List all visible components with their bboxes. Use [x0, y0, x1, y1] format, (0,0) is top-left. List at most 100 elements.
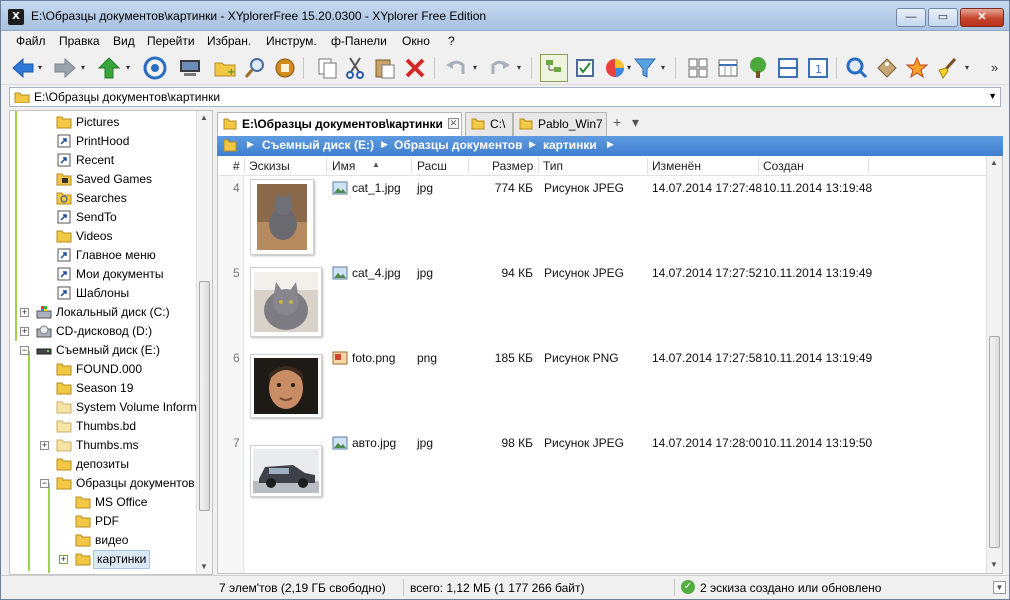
scroll-up-icon[interactable]: ▲	[990, 158, 998, 167]
file-name[interactable]: cat_4.jpg	[352, 266, 401, 280]
toolbar-overflow-button[interactable]: »	[991, 60, 998, 75]
target-icon[interactable]	[141, 54, 169, 82]
new-tab-button[interactable]: +	[613, 114, 621, 130]
broom-icon[interactable]	[933, 54, 961, 82]
tab-current-folder[interactable]: E:\Образцы документов\картинки ✕	[217, 112, 462, 137]
file-name[interactable]: cat_1.jpg	[352, 181, 401, 195]
pie-chart-icon[interactable]	[601, 54, 629, 82]
tree-expand-toggle[interactable]: +	[20, 308, 29, 317]
redo-dropdown-icon[interactable]: ▾	[517, 63, 521, 72]
column-divider[interactable]	[411, 158, 412, 174]
tree-collapse-toggle[interactable]: −	[40, 479, 49, 488]
address-dropdown-icon[interactable]: ▼	[988, 91, 997, 101]
file-row[interactable]: 5 cat_4.jpg jpg 94 КБ Рисунок JPEG 14.07…	[218, 261, 988, 346]
column-header-extension[interactable]: Расш	[417, 159, 447, 173]
tab-close-icon[interactable]: ✕	[448, 118, 459, 129]
menu-view[interactable]: Вид	[113, 34, 135, 48]
column-header-name[interactable]: Имя	[332, 159, 355, 173]
undo-dropdown-icon[interactable]: ▾	[473, 63, 477, 72]
broom-dropdown-icon[interactable]: ▾	[965, 63, 969, 72]
menu-panels[interactable]: ф-Панели	[331, 34, 387, 48]
thumbnail-foto[interactable]	[250, 354, 322, 418]
menu-help[interactable]: ?	[448, 34, 455, 48]
tree-scroll-thumb[interactable]	[199, 281, 210, 511]
status-menu-icon[interactable]: ▼	[993, 581, 1006, 594]
column-divider[interactable]	[326, 158, 327, 174]
layout-icon[interactable]	[684, 54, 712, 82]
scroll-down-icon[interactable]: ▼	[990, 560, 998, 569]
filter-dropdown-icon[interactable]: ▾	[661, 63, 665, 72]
maximize-button[interactable]: ▭	[928, 8, 958, 27]
breadcrumb-item[interactable]: Образцы документов	[394, 138, 523, 152]
tree-scrollbar[interactable]: ▲ ▼	[196, 111, 212, 574]
menu-window[interactable]: Окно	[402, 34, 430, 48]
coin-icon[interactable]	[271, 54, 299, 82]
monitor-icon[interactable]	[177, 54, 205, 82]
scroll-up-icon[interactable]: ▲	[200, 113, 208, 122]
star-icon[interactable]	[903, 54, 931, 82]
filter-icon[interactable]	[631, 54, 659, 82]
menu-favorites[interactable]: Избран.	[207, 34, 251, 48]
address-bar[interactable]: E:\Образцы документов\картинки ▼	[9, 87, 1001, 107]
column-divider[interactable]	[538, 158, 539, 174]
column-header-num[interactable]: #	[233, 159, 240, 173]
file-row[interactable]: 7 авто.jpg jpg 98 КБ Рисунок JPEG 14.07.…	[218, 431, 988, 516]
menu-go[interactable]: Перейти	[147, 34, 195, 48]
address-input[interactable]: E:\Образцы документов\картинки	[34, 90, 220, 104]
tree-expand-toggle[interactable]: +	[59, 555, 68, 564]
back-arrow-icon[interactable]	[9, 54, 37, 82]
tag-icon[interactable]	[873, 54, 901, 82]
new-folder-icon[interactable]: +	[211, 54, 239, 82]
tree-expand-toggle[interactable]: +	[40, 441, 49, 450]
column-divider[interactable]	[758, 158, 759, 174]
breadcrumb-item[interactable]: Съемный диск (E:)	[262, 138, 374, 152]
checkbox-icon[interactable]	[571, 54, 599, 82]
forward-arrow-icon[interactable]	[51, 54, 79, 82]
search-magnifier-icon[interactable]	[241, 54, 269, 82]
tab-menu-button[interactable]: ▾	[632, 114, 639, 131]
column-header-size[interactable]: Размер	[492, 159, 533, 173]
single-pane-icon[interactable]: 1	[804, 54, 832, 82]
paste-icon[interactable]	[371, 54, 399, 82]
breadcrumb-item[interactable]: картинки	[543, 138, 597, 152]
tree-toggle-icon[interactable]	[540, 54, 568, 82]
app-logo-icon[interactable]: X	[8, 9, 24, 25]
menu-edit[interactable]: Правка	[59, 34, 100, 48]
menu-tools[interactable]: Инструм.	[266, 34, 317, 48]
column-header-type[interactable]: Тип	[543, 159, 563, 173]
column-header-thumbnails[interactable]: Эскизы	[249, 159, 290, 173]
list-scroll-thumb[interactable]	[989, 336, 1000, 548]
columns-icon[interactable]	[714, 54, 742, 82]
back-dropdown-icon[interactable]: ▾	[38, 63, 42, 72]
column-divider[interactable]	[868, 158, 869, 174]
up-arrow-icon[interactable]	[95, 54, 123, 82]
title-bar[interactable]: X E:\Образцы документов\картинки - XYplo…	[1, 1, 1009, 31]
find-icon[interactable]	[843, 54, 871, 82]
forward-dropdown-icon[interactable]: ▾	[81, 63, 85, 72]
file-name[interactable]: авто.jpg	[352, 436, 396, 450]
thumbnail-avto[interactable]	[250, 445, 322, 497]
file-row[interactable]: 6 foto.png png 185 КБ Рисунок PNG 14.07.…	[218, 346, 988, 431]
undo-icon[interactable]	[442, 54, 470, 82]
tab-c-drive[interactable]: C:\	[465, 112, 513, 136]
column-header-created[interactable]: Создан	[763, 159, 804, 173]
column-divider[interactable]	[647, 158, 648, 174]
thumbnail-cat-1[interactable]	[250, 179, 314, 255]
split-icon[interactable]	[774, 54, 802, 82]
delete-icon[interactable]	[401, 54, 429, 82]
redo-icon[interactable]	[486, 54, 514, 82]
tree-expand-toggle[interactable]: +	[20, 327, 29, 336]
minimize-button[interactable]: —	[896, 8, 926, 27]
column-header-modified[interactable]: Изменён	[652, 159, 701, 173]
file-name[interactable]: foto.png	[352, 351, 395, 365]
column-divider[interactable]	[244, 158, 245, 174]
tree-icon[interactable]	[744, 54, 772, 82]
thumbnail-cat-4[interactable]	[250, 267, 322, 337]
column-divider[interactable]	[468, 158, 469, 174]
cut-icon[interactable]	[341, 54, 369, 82]
close-window-button[interactable]: ✕	[960, 8, 1004, 27]
menu-file[interactable]: Файл	[16, 34, 46, 48]
scroll-down-icon[interactable]: ▼	[200, 562, 208, 571]
file-row[interactable]: 4 cat_1.jpg jpg 774 КБ Рисунок JPEG 14.0…	[218, 176, 988, 261]
list-scrollbar[interactable]: ▲ ▼	[986, 156, 1002, 573]
